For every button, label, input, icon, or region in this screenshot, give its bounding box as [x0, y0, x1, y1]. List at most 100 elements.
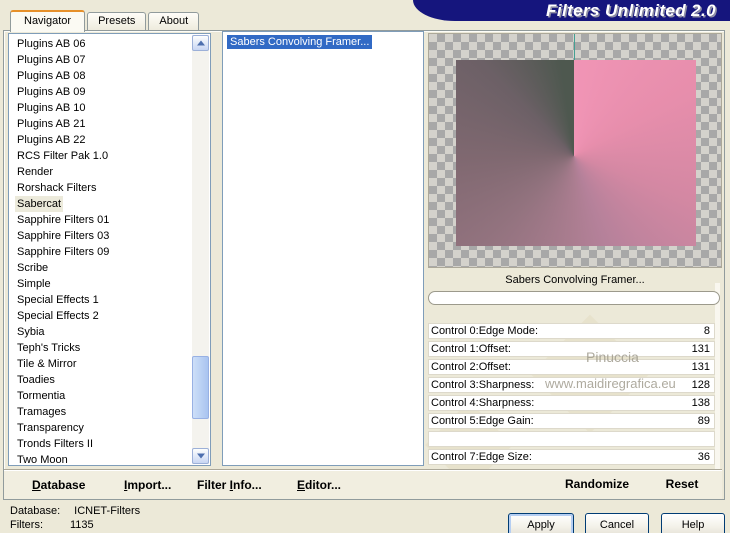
- control-value: 128: [691, 379, 710, 391]
- navigator-item-label: Scribe: [17, 262, 49, 274]
- help-button[interactable]: Help: [661, 513, 725, 533]
- navigator-item-label: Plugins AB 07: [17, 54, 86, 66]
- navigator-item[interactable]: Scribe: [10, 260, 192, 276]
- navigator-item-label: Sapphire Filters 09: [17, 246, 110, 258]
- toolbar-database[interactable]: Database: [32, 478, 85, 492]
- navigator-item[interactable]: Sybia: [10, 324, 192, 340]
- navigator-item[interactable]: Tramages: [10, 404, 192, 420]
- app-title: Filters Unlimited 2.0: [546, 1, 716, 20]
- navigator-item-label: Two Moon: [17, 454, 68, 466]
- navigator-item[interactable]: Simple: [10, 276, 192, 292]
- control-slider[interactable]: Control 4:Sharpness: 138: [428, 395, 715, 411]
- cancel-button[interactable]: Cancel: [585, 513, 649, 533]
- navigator-item-label: Tronds Filters II: [17, 438, 93, 450]
- navigator-item[interactable]: Render: [10, 164, 192, 180]
- control-label: Control 0:Edge Mode:: [431, 325, 539, 337]
- tab-about[interactable]: About: [148, 12, 200, 30]
- status-filters-label: Filters:: [10, 519, 43, 531]
- navigator-item[interactable]: Tronds Filters II: [10, 436, 192, 452]
- navigator-item[interactable]: Plugins AB 22: [10, 132, 192, 148]
- filter-items: Sabers Convolving Framer...: [227, 34, 373, 50]
- toolbar-import[interactable]: Import...: [124, 478, 171, 492]
- watermark-text: Pinuccia: [586, 349, 639, 365]
- control-slider[interactable]: [428, 431, 715, 447]
- navigator-item-label: Render: [17, 166, 54, 178]
- control-label: Control 3:Sharpness:: [431, 379, 535, 391]
- apply-button[interactable]: Apply: [508, 513, 574, 533]
- navigator-item[interactable]: Tile & Mirror: [10, 356, 192, 372]
- navigator-item[interactable]: Sapphire Filters 01: [10, 212, 192, 228]
- navigator-item-label: Plugins AB 21: [17, 118, 86, 130]
- navigator-item-label: Plugins AB 06: [17, 38, 86, 50]
- control-label: Control 7:Edge Size:: [431, 451, 532, 463]
- navigator-item-label: Teph's Tricks: [17, 342, 81, 354]
- navigator-item[interactable]: Sabercat: [10, 196, 192, 212]
- status-filters-value: 1135: [70, 519, 94, 531]
- control-value: 89: [697, 415, 710, 427]
- control-slider[interactable]: Control 1:Offset: 131: [428, 341, 715, 357]
- control-slider[interactable]: Control 7:Edge Size: 36: [428, 449, 715, 465]
- navigator-item-label: Tramages: [17, 406, 67, 418]
- navigator-item[interactable]: Plugins AB 09: [10, 84, 192, 100]
- navigator-item[interactable]: Tormentia: [10, 388, 192, 404]
- navigator-item-label: Transparency: [17, 422, 84, 434]
- navigator-item[interactable]: Sapphire Filters 09: [10, 244, 192, 260]
- control-label: Control 1:Offset:: [431, 343, 511, 355]
- navigator-item[interactable]: Plugins AB 10: [10, 100, 192, 116]
- navigator-item[interactable]: Plugins AB 21: [10, 116, 192, 132]
- control-slider[interactable]: Control 5:Edge Gain: 89: [428, 413, 715, 429]
- control-value: 36: [697, 451, 710, 463]
- scroll-down-button[interactable]: [192, 448, 209, 464]
- navigator-item[interactable]: Plugins AB 06: [10, 36, 192, 52]
- navigator-item-label: Sapphire Filters 01: [17, 214, 110, 226]
- filter-item[interactable]: Sabers Convolving Framer...: [227, 34, 373, 50]
- control-label: Control 5:Edge Gain:: [431, 415, 534, 427]
- filters-unlimited-window: Filters Unlimited 2.0 Navigator Presets Ab…: [0, 0, 730, 533]
- randomize-button[interactable]: Randomize: [552, 477, 642, 491]
- navigator-items: Plugins AB 06 Plugins AB 07 Plugins AB 08 P…: [10, 36, 192, 468]
- toolbar-filter-info[interactable]: Filter Info...: [197, 478, 262, 492]
- control-slider[interactable]: Control 0:Edge Mode: 8: [428, 323, 715, 339]
- navigator-item[interactable]: Two Moon: [10, 452, 192, 468]
- tab-navigator[interactable]: Navigator: [10, 10, 86, 32]
- navigator-item-label: Special Effects 1: [17, 294, 99, 306]
- control-sliders: Control 0:Edge Mode: 8 Control 1:Offset: 13…: [428, 323, 715, 467]
- navigator-item[interactable]: RCS Filter Pak 1.0: [10, 148, 192, 164]
- navigator-item[interactable]: Plugins AB 08: [10, 68, 192, 84]
- scroll-up-button[interactable]: [192, 35, 209, 51]
- filter-listbox: Sabers Convolving Framer...: [222, 31, 424, 466]
- control-label: Control 2:Offset:: [431, 361, 511, 373]
- navigator-item-label: Plugins AB 09: [17, 86, 86, 98]
- navigator-item-label: Plugins AB 10: [17, 102, 86, 114]
- control-value: 131: [691, 361, 710, 373]
- preview-marker-line: [574, 34, 575, 60]
- navigator-item[interactable]: Special Effects 2: [10, 308, 192, 324]
- control-value: 8: [703, 325, 710, 337]
- tab-presets[interactable]: Presets: [87, 12, 147, 30]
- toolbar-editor[interactable]: Editor...: [297, 478, 341, 492]
- navigator-item-label: RCS Filter Pak 1.0: [17, 150, 109, 162]
- navigator-item-label: Simple: [17, 278, 51, 290]
- navigator-item-label: Toadies: [17, 374, 55, 386]
- tab-bar: Navigator Presets About: [10, 8, 200, 32]
- navigator-item[interactable]: Rorshack Filters: [10, 180, 192, 196]
- control-slider[interactable]: Control 2:Offset: 131: [428, 359, 715, 375]
- navigator-item[interactable]: Toadies: [10, 372, 192, 388]
- navigator-item[interactable]: Transparency: [10, 420, 192, 436]
- navigator-item[interactable]: Special Effects 1: [10, 292, 192, 308]
- navigator-item-label: Plugins AB 08: [17, 70, 86, 82]
- navigator-item[interactable]: Sapphire Filters 03: [10, 228, 192, 244]
- navigator-item[interactable]: Plugins AB 07: [10, 52, 192, 68]
- scrollbar-thumb[interactable]: [192, 356, 209, 419]
- navigator-item-label: Sabercat: [15, 196, 64, 212]
- panel-edge-highlight: [715, 283, 720, 495]
- navigator-scrollbar: [192, 35, 209, 464]
- filter-item-label: Sabers Convolving Framer...: [227, 35, 373, 49]
- status-database-value: ICNET-Filters: [74, 505, 141, 517]
- preview-area: [428, 33, 722, 268]
- progress-bar: [428, 291, 720, 305]
- reset-button[interactable]: Reset: [657, 477, 707, 491]
- navigator-item[interactable]: Teph's Tricks: [10, 340, 192, 356]
- scroll-up-icon: [196, 40, 205, 46]
- navigator-listbox: Plugins AB 06 Plugins AB 07 Plugins AB 08 P…: [8, 33, 211, 466]
